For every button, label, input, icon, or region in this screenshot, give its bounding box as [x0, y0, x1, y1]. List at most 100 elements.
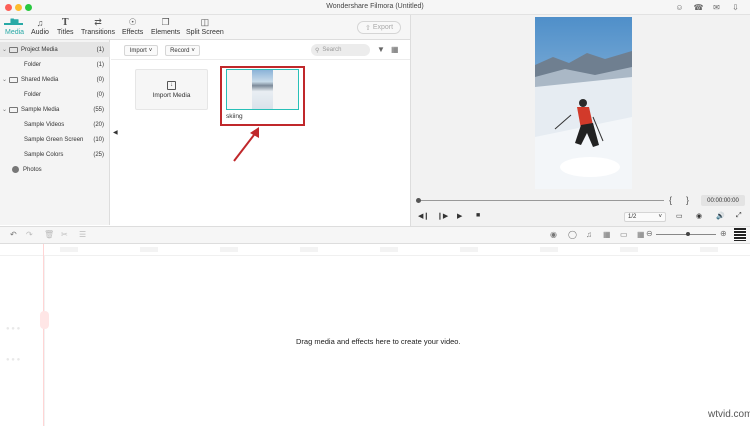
search-input[interactable]: ⚲ Search	[311, 44, 370, 56]
sidebar-item-shared-folder[interactable]: Folder (0)	[0, 87, 110, 102]
timeline-area[interactable]	[0, 244, 750, 426]
window-title: Wondershare Filmora (Untitled)	[326, 3, 424, 10]
grid-view-icon[interactable]: ▦	[391, 45, 399, 54]
ruler-label	[540, 247, 558, 252]
timecode-display: 00:00:00:00	[701, 195, 745, 206]
sidebar-item-folder[interactable]: Folder (1)	[0, 57, 110, 72]
folder-icon	[9, 106, 18, 113]
transition-icon: ⇄	[94, 17, 102, 27]
playhead-handle[interactable]	[40, 311, 49, 329]
search-icon: ⚲	[315, 47, 320, 54]
step-back-icon[interactable]: ❙▶	[437, 212, 448, 220]
folder-icon	[9, 76, 18, 83]
split-clip-icon[interactable]: ▦	[637, 230, 645, 239]
effects-icon: ☉	[128, 17, 137, 27]
split-screen-icon: ◫	[200, 17, 210, 27]
active-tab-indicator	[4, 23, 23, 25]
chevron-down-icon: ˅	[658, 214, 662, 220]
import-media-card[interactable]: ↓ Import Media	[135, 69, 208, 110]
subtitle-icon[interactable]: ▭	[620, 230, 628, 239]
previous-frame-icon[interactable]: ◀❙	[418, 212, 429, 220]
tab-media[interactable]: 🖿 Media	[5, 17, 24, 37]
display-icon[interactable]: ▭	[676, 212, 683, 220]
watermark: wtvid.com	[708, 409, 750, 420]
panel-collapse-handle[interactable]: ◀	[113, 129, 118, 136]
window-titlebar: Wondershare Filmora (Untitled) ☺ ☎ ✉ ⇩	[0, 0, 750, 15]
fullscreen-icon[interactable]: ⤢	[736, 212, 742, 220]
playback-scrubber[interactable]	[418, 200, 664, 201]
marker-icon[interactable]: ◯	[568, 230, 577, 239]
headset-icon[interactable]: ☎	[693, 2, 704, 13]
tab-audio[interactable]: ♫ Audio	[31, 17, 49, 37]
chevron-down-icon: ˅	[191, 47, 195, 54]
chevron-down-icon[interactable]: ⌄	[0, 46, 9, 53]
sidebar-item-photos[interactable]: Photos	[0, 162, 110, 177]
media-library-sidebar: ⌄ Project Media (1) Folder (1) ⌄ Shared …	[0, 40, 110, 263]
play-icon[interactable]: ▶	[457, 212, 462, 220]
render-icon[interactable]: ◉	[550, 230, 557, 239]
sidebar-item-sample-videos[interactable]: Sample Videos (20)	[0, 117, 110, 132]
annotation-highlight-box	[220, 66, 305, 126]
stop-icon[interactable]: ■	[476, 212, 480, 219]
snapshot-icon[interactable]: ◉	[696, 212, 702, 220]
ruler-label	[140, 247, 158, 252]
ruler-label	[220, 247, 238, 252]
record-dropdown[interactable]: Record ˅	[165, 45, 200, 56]
ruler-label	[700, 247, 718, 252]
tab-elements[interactable]: ❐ Elements	[151, 17, 180, 36]
zoom-slider-handle[interactable]	[686, 232, 690, 236]
tab-effects[interactable]: ☉ Effects	[122, 17, 143, 36]
filter-icon[interactable]: ▼	[377, 45, 385, 54]
account-icon[interactable]: ☺	[674, 2, 685, 13]
volume-icon[interactable]: 🔊	[716, 212, 725, 220]
folder-icon	[9, 46, 18, 53]
chevron-down-icon[interactable]: ⌄	[0, 106, 9, 113]
timeline-drop-hint: Drag media and effects here to create yo…	[296, 337, 461, 346]
ruler-label	[460, 247, 478, 252]
video-preview	[535, 17, 632, 189]
track-layout-icon[interactable]	[734, 228, 746, 241]
zoom-out-icon[interactable]: ⊖	[646, 229, 653, 238]
microphone-icon[interactable]: ♫	[586, 230, 592, 239]
track-mute-icon[interactable]: ● ● ●	[6, 357, 20, 363]
sidebar-item-sample-media[interactable]: ⌄ Sample Media (55)	[0, 102, 110, 117]
sidebar-item-sample-green-screen[interactable]: Sample Green Screen (10)	[0, 132, 110, 147]
export-icon: ⇧	[364, 24, 371, 32]
import-dropdown[interactable]: Import ˅	[124, 45, 158, 56]
chevron-down-icon: ˅	[148, 47, 153, 54]
import-icon: ↓	[167, 80, 176, 90]
playhead[interactable]	[43, 244, 44, 426]
ruler-label	[620, 247, 638, 252]
ruler-label	[380, 247, 398, 252]
ruler-label	[60, 247, 78, 252]
ruler-label	[300, 247, 318, 252]
sidebar-item-sample-colors[interactable]: Sample Colors (25)	[0, 147, 110, 162]
mail-icon[interactable]: ✉	[711, 2, 722, 13]
adjust-icon[interactable]: ☰	[79, 230, 86, 239]
annotation-arrow	[233, 127, 259, 162]
undo-icon[interactable]: ↶	[10, 230, 17, 239]
mark-out-icon[interactable]: }	[686, 195, 689, 205]
tab-titles[interactable]: T Titles	[57, 17, 73, 37]
export-button[interactable]: ⇧ Export	[357, 21, 401, 34]
chevron-down-icon[interactable]: ⌄	[0, 76, 9, 83]
music-note-icon: ♫	[36, 17, 44, 28]
zoom-in-icon[interactable]: ⊕	[720, 229, 727, 238]
track-lock-icon[interactable]: ● ● ●	[6, 326, 20, 332]
sidebar-item-project-media[interactable]: ⌄ Project Media (1)	[0, 42, 110, 57]
tab-transitions[interactable]: ⇄ Transitions	[81, 17, 115, 36]
text-t-icon: T	[61, 17, 69, 28]
scrubber-handle[interactable]	[416, 198, 421, 203]
redo-icon[interactable]: ↷	[26, 230, 33, 239]
delete-icon[interactable]: 🗑	[44, 230, 54, 239]
cut-icon[interactable]: ✂	[61, 230, 68, 239]
track-headers	[0, 256, 45, 426]
mixer-icon[interactable]: ▦	[603, 230, 611, 239]
tab-split-screen[interactable]: ◫ Split Screen	[186, 17, 224, 36]
sidebar-item-shared-media[interactable]: ⌄ Shared Media (0)	[0, 72, 110, 87]
preview-quality-dropdown[interactable]: 1/2 ˅	[624, 212, 666, 222]
download-icon[interactable]: ⇩	[730, 2, 741, 13]
elements-icon: ❐	[161, 17, 170, 27]
mark-in-icon[interactable]: {	[669, 195, 672, 205]
photos-icon	[12, 166, 19, 173]
